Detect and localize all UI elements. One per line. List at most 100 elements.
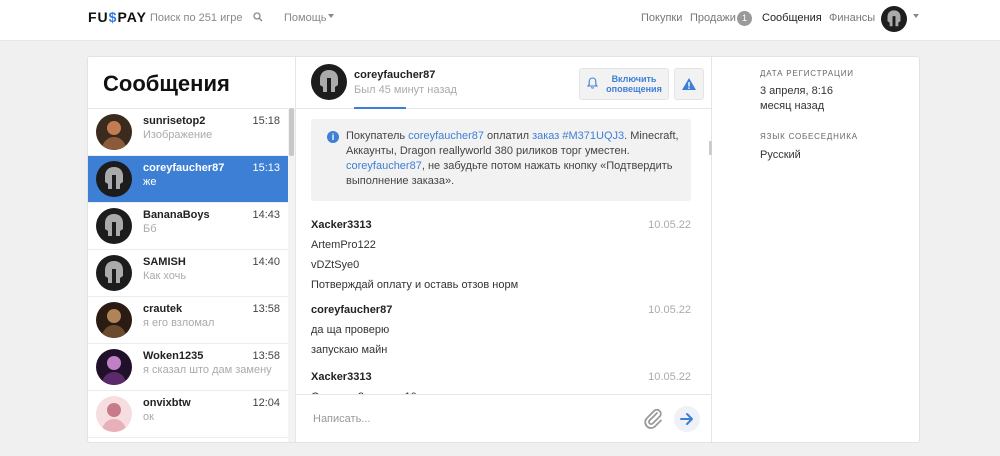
contact-time: 15:18	[252, 115, 280, 127]
contact-avatar	[96, 208, 132, 244]
user-photo-icon	[96, 114, 132, 150]
contact-avatar	[96, 161, 132, 197]
enable-notifications-button[interactable]: Включить оповещения	[579, 68, 669, 100]
message-author[interactable]: coreyfaucher87	[311, 304, 691, 316]
message-block: Xacker3313 10.05.22 ArtemPro122 vDZtSye0 Пот…	[311, 219, 691, 291]
contact-time: 15:13	[252, 162, 280, 174]
contact-preview: Изображение	[143, 129, 213, 141]
contacts-sidebar: Сообщения sunrisetop2 15:18 Изображение cor…	[88, 57, 296, 442]
nav-sales[interactable]: Продажи	[690, 12, 736, 24]
contact-avatar	[96, 114, 132, 150]
contact-item[interactable]: coreyfaucher87 15:13 же	[88, 156, 288, 203]
chevron-down-icon	[328, 14, 334, 18]
sales-badge: 1	[737, 11, 752, 26]
chat-username[interactable]: coreyfaucher87	[354, 69, 435, 81]
registration-ago: месяц назад	[760, 100, 825, 112]
notice-text: оплатил	[484, 130, 533, 142]
contact-item[interactable]: BananaBoys 14:43 Бб	[88, 203, 288, 250]
contact-preview: Бб	[143, 223, 157, 235]
helmet-icon	[887, 10, 901, 27]
contact-name: coreyfaucher87	[143, 162, 225, 174]
contact-item[interactable]: sunrisetop2 15:18 Изображение	[88, 109, 288, 156]
logo[interactable]: FU$PAY	[88, 9, 147, 25]
helmet-icon	[96, 161, 132, 197]
message-list: i Покупатель coreyfaucher87 оплатил зака…	[296, 109, 711, 394]
message-author[interactable]: Xacker3313	[311, 371, 691, 383]
messages-panel: Сообщения sunrisetop2 15:18 Изображение cor…	[87, 56, 920, 443]
contact-item[interactable]: Woken1235 13:58 я сказал што дам замену	[88, 344, 288, 391]
nav-messages[interactable]: Сообщения	[762, 12, 822, 24]
interlocutor-details: ДАТА РЕГИСТРАЦИИ 3 апреля, 8:16 месяц наз…	[712, 57, 919, 442]
message-text: да ща проверю	[311, 324, 390, 336]
nav-purchases[interactable]: Покупки	[641, 12, 682, 24]
game-search-link[interactable]: Поиск по 251 игре	[150, 12, 242, 24]
contact-item[interactable]: onvixbtw 12:04 ок	[88, 391, 288, 438]
logo-part: PAY	[117, 9, 147, 25]
contacts-scrollbar[interactable]	[288, 108, 295, 442]
contact-name: BananaBoys	[143, 209, 210, 221]
help-menu[interactable]: Помощь	[284, 12, 327, 24]
contact-time: 14:43	[252, 209, 280, 221]
bell-icon	[587, 77, 598, 89]
order-info-text: Покупатель coreyfaucher87 оплатил заказ …	[346, 129, 686, 189]
buyer-link[interactable]: coreyfaucher87	[408, 130, 484, 142]
message-text: ArtemPro122	[311, 239, 376, 251]
message-text: запускаю майн	[311, 344, 388, 356]
message-block: Xacker331310.05.22Ок но на 2 уже не 10кк	[311, 371, 691, 394]
search-icon[interactable]	[253, 12, 263, 22]
page-title: Сообщения	[103, 71, 230, 96]
top-header: FU$PAY Поиск по 251 игре Помощь Покупки …	[0, 0, 1000, 41]
contact-name: sunrisetop2	[143, 115, 206, 127]
message-date: 10.05.22	[648, 304, 691, 316]
chat-avatar[interactable]	[311, 64, 347, 100]
contacts-list: sunrisetop2 15:18 Изображение coreyfaucher8…	[88, 108, 288, 442]
nav-finance[interactable]: Финансы	[829, 12, 875, 24]
chevron-down-icon[interactable]	[913, 14, 919, 18]
contact-avatar	[96, 255, 132, 291]
contact-preview: Как хочь	[143, 270, 187, 282]
registration-value: 3 апреля, 8:16 месяц назад	[760, 84, 890, 114]
contact-preview: же	[143, 176, 157, 188]
contact-preview: ок	[143, 411, 154, 423]
compose-bar	[296, 394, 711, 442]
contact-item[interactable]: SAMISH 14:40 Как хочь	[88, 250, 288, 297]
notice-text: Покупатель	[346, 130, 409, 142]
order-link[interactable]: заказ #M371UQJ3	[532, 130, 624, 142]
send-button[interactable]	[674, 406, 700, 432]
user-photo-icon	[96, 349, 132, 385]
chat-last-seen: Был 45 минут назад	[354, 84, 457, 96]
helmet-icon	[96, 208, 132, 244]
warning-icon	[682, 78, 696, 90]
user-avatar[interactable]	[881, 6, 907, 32]
chat-area: coreyfaucher87 Был 45 минут назад Включи…	[296, 57, 712, 442]
logo-part: FU	[88, 9, 109, 25]
contact-name: SAMISH	[143, 256, 186, 268]
user-photo-icon	[96, 302, 132, 338]
buyer-link[interactable]: coreyfaucher87	[346, 160, 422, 172]
message-date: 10.05.22	[648, 371, 691, 383]
contact-item[interactable]: crautek 13:58 я его взломал	[88, 297, 288, 344]
notify-label: Включить оповещения	[603, 74, 665, 94]
contact-avatar	[96, 349, 132, 385]
order-info-notice: i Покупатель coreyfaucher87 оплатил зака…	[311, 119, 691, 201]
chat-header: coreyfaucher87 Был 45 минут назад Включи…	[296, 57, 711, 109]
language-value: Русский	[760, 149, 801, 161]
helmet-icon	[320, 70, 338, 92]
message-block: coreyfaucher87 10.05.22 да ща проверю запус…	[311, 304, 691, 356]
contact-name: onvixbtw	[143, 397, 191, 409]
contact-time: 13:58	[252, 303, 280, 315]
message-date: 10.05.22	[648, 219, 691, 231]
notify-label-line: Включить	[611, 74, 657, 84]
message-author[interactable]: Xacker3313	[311, 219, 691, 231]
message-input[interactable]	[311, 408, 615, 430]
language-label: ЯЗЫК СОБЕСЕДНИКА	[760, 132, 858, 141]
message-text: vDZtSye0	[311, 259, 360, 271]
arrow-right-icon	[680, 413, 693, 425]
report-button[interactable]	[674, 68, 704, 100]
contact-preview: я его взломал	[143, 317, 215, 329]
registration-label: ДАТА РЕГИСТРАЦИИ	[760, 69, 854, 78]
scrollbar-thumb[interactable]	[289, 108, 294, 156]
contact-name: crautek	[143, 303, 183, 315]
helmet-icon	[96, 255, 132, 291]
paperclip-icon[interactable]	[642, 407, 664, 431]
